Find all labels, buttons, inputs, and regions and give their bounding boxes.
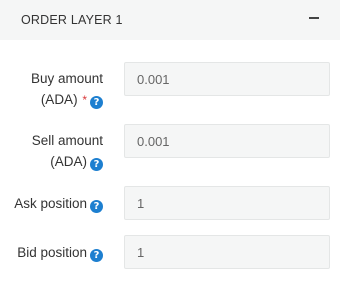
ask-position-label: Ask position? [14,193,103,214]
buy-amount-input[interactable] [124,62,330,96]
buy-amount-unit: (ADA) [40,92,78,107]
sell-amount-input[interactable] [124,124,330,158]
collapse-button[interactable] [305,10,325,28]
question-circle-icon[interactable]: ? [90,158,103,171]
ask-position-input[interactable] [124,186,330,220]
panel-title: ORDER LAYER 1 [21,13,123,27]
bid-position-label: Bid position? [17,242,103,263]
order-layer-panel: ORDER LAYER 1 Buy amount (ADA) *? Sell a… [0,0,340,293]
buy-amount-label-line2: (ADA) *? [31,89,103,111]
sell-amount-label-line1: Sell amount [31,133,103,148]
question-circle-icon[interactable]: ? [90,96,103,109]
question-circle-icon[interactable]: ? [90,249,103,262]
buy-amount-label: Buy amount (ADA) *? [31,68,103,111]
sell-amount-label-line2: (ADA)? [32,151,103,172]
question-circle-icon[interactable]: ? [90,200,103,213]
minus-icon [309,17,319,19]
required-asterisk: * [82,93,87,107]
sell-amount-label: Sell amount (ADA)? [32,130,103,172]
sell-amount-unit: (ADA) [50,154,87,169]
ask-position-label-text: Ask position [14,196,87,211]
panel-header[interactable]: ORDER LAYER 1 [0,0,340,40]
bid-position-label-text: Bid position [17,245,87,260]
bid-position-input[interactable] [124,235,330,269]
buy-amount-label-line1: Buy amount [30,71,103,86]
